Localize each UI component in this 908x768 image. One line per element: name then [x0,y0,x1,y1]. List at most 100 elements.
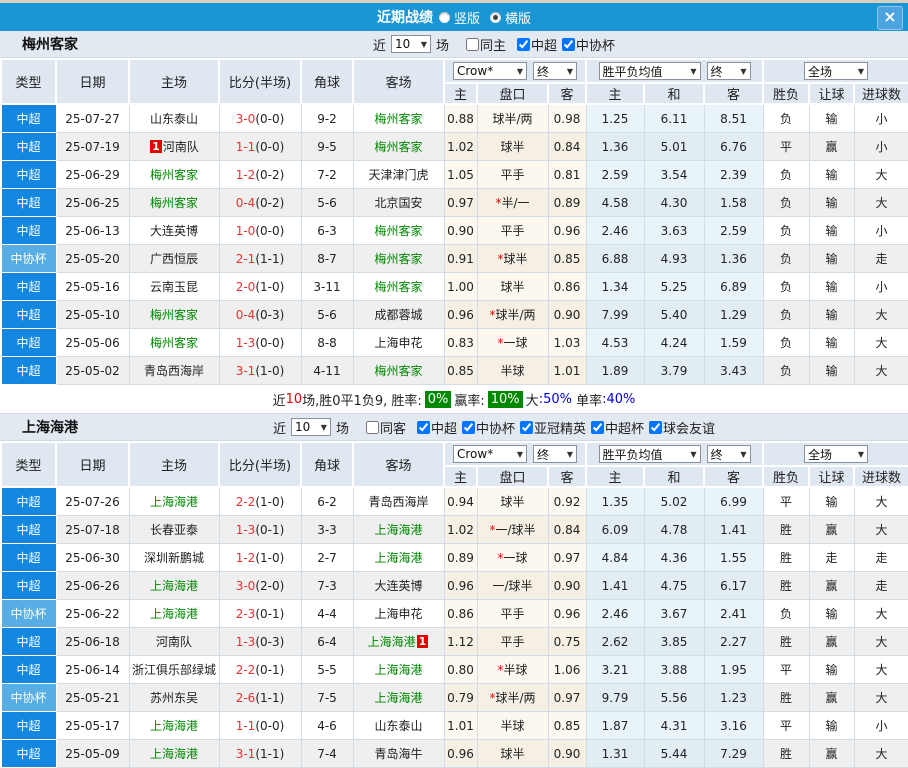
home-team-cell: 浙江俱乐部绿城 [128,655,220,684]
same-venue-filter-checkbox[interactable] [465,37,479,51]
same-venue-filter[interactable]: 同客 [364,418,406,437]
home-odds-cell: 0.96 [443,300,478,329]
away-team-cell: 上海海港 [352,683,445,712]
match-count-select[interactable]: 10 ▼ [390,35,431,53]
league-type-cell: 中协杯 [0,599,57,628]
goals-result-cell: 大 [853,328,908,357]
full-time-score: 2-0 [235,279,256,294]
home-odds-cell: 0.96 [443,571,478,600]
col-avg-lose: 客 [702,82,765,105]
match-count-select[interactable]: 10 ▼ [290,418,331,436]
handicap-text: 球半/两 [495,691,536,705]
avg-lose-cell: 2.59 [703,216,764,245]
col-goals: 进球数 [853,82,908,105]
score-cell: 2-6(1-1) [218,683,302,712]
score-cell: 1-3(0-1) [218,515,302,544]
radio-icon[interactable] [490,11,501,23]
col-corners: 角球 [300,441,354,488]
competition-filter-2[interactable]: 亚冠精英 [518,418,586,437]
competition-filter-1[interactable]: 中协杯 [560,35,615,54]
league-type-cell: 中超 [0,328,57,357]
half-time-score: (0-1) [255,662,285,677]
avg-win-cell: 2.59 [585,160,645,189]
handicap-cell: *半球 [476,655,549,684]
close-button[interactable]: × [877,6,903,30]
score-cell: 2-0(1-0) [218,272,302,301]
same-venue-filter-checkbox[interactable] [365,420,379,434]
home-team-cell: 上海海港 [128,739,220,768]
handicap-result-cell: 输 [808,103,855,133]
full-time-score: 1-3 [235,335,256,350]
league-type-cell: 中超 [0,655,57,684]
avg-draw-cell: 6.11 [643,103,705,133]
radio-icon[interactable] [438,11,450,23]
layout-option-1[interactable]: 横版 [490,8,531,27]
competition-filter-1[interactable]: 中协杯 [460,418,515,437]
away-odds-cell: 0.81 [547,160,587,189]
away-team-cell: 天津津门虎 [352,160,445,189]
same-venue-filter[interactable]: 同主 [464,35,506,54]
home-odds-cell: 0.94 [443,486,478,516]
avg-win-cell: 2.46 [585,216,645,245]
competition-filter-4[interactable]: 球会友谊 [647,418,715,437]
away-odds-cell: 0.84 [547,132,587,161]
avg-time-select[interactable]: 终 ▼ [706,62,751,80]
odds-provider-select[interactable]: Crow* ▼ [453,445,527,463]
competition-filter-4-checkbox[interactable] [649,420,663,434]
team-name: 上海海港 [149,747,198,761]
date-cell: 25-05-10 [55,300,130,329]
col-odds-away: 客 [547,465,587,488]
team1-filter-controls: 近 10 ▼ 场 同主 中超 中协杯 [78,35,908,54]
match-row: 中超 25-05-09 上海海港 3-1(1-1) 7-4 青岛海牛 0.96 球半 0.90 1… [0,739,908,768]
result-scope-select[interactable]: 全场 ▼ [804,62,869,80]
corners-cell: 5-6 [300,300,354,329]
handicap-cell: *球半/两 [476,300,549,329]
odds-time-select[interactable]: 终 ▼ [533,445,577,463]
layout-option-0[interactable]: 竖版 [438,8,480,27]
away-team-cell: 大连英博 [352,571,445,600]
handicap-result-cell: 走 [808,543,855,572]
team1-name: 梅州客家 [22,37,78,53]
home-team-cell: 深圳新鹏城 [128,543,220,572]
competition-filter-0-checkbox[interactable] [517,37,530,51]
goals-result-cell: 大 [853,486,908,516]
corners-cell: 3-11 [300,272,354,301]
home-team-cell: 梅州客家 [128,160,220,189]
avg-draw-cell: 5.01 [643,132,705,161]
odds-provider-select[interactable]: Crow* ▼ [453,62,527,80]
avg-odds-select[interactable]: 胜平负均值 ▼ [598,62,701,80]
team-name: 梅州客家 [374,224,423,238]
avg-lose-cell: 1.41 [703,515,764,544]
full-time-score: 1-2 [235,167,256,182]
unit-label: 场 [335,421,349,437]
full-time-score: 0-4 [235,307,256,322]
goals-result-cell: 大 [853,627,908,656]
match-row: 中协杯 25-06-22 上海海港 2-3(0-1) 4-4 上海申花 0.86 平手 0.96… [0,599,908,628]
avg-win-cell: 1.41 [585,571,645,600]
score-cell: 1-1(0-0) [218,711,302,740]
competition-filter-2-checkbox[interactable] [520,420,534,434]
away-odds-cell: 0.90 [547,571,587,600]
red-rank-badge: 1 [150,140,162,153]
handicap-cell: 球半 [476,132,549,161]
competition-filter-4-label: 球会友谊 [663,421,716,437]
date-cell: 25-07-18 [55,515,130,544]
competition-filter-3-checkbox[interactable] [591,420,605,434]
competition-filter-3[interactable]: 中超杯 [589,418,644,437]
away-odds-cell: 0.84 [547,515,587,544]
date-cell: 25-06-14 [55,655,130,684]
league-type-cell: 中超 [0,272,57,301]
avg-time-select[interactable]: 终 ▼ [706,445,751,463]
col-handicap: 盘口 [476,82,549,105]
competition-filter-1-checkbox[interactable] [562,37,576,51]
competition-filter-0[interactable]: 中超 [415,418,457,437]
odds-time-select[interactable]: 终 ▼ [533,62,577,80]
competition-filter-1-checkbox[interactable] [462,420,475,434]
avg-odds-select[interactable]: 胜平负均值 ▼ [598,445,701,463]
competition-filter-0[interactable]: 中超 [515,35,557,54]
unit-label: 场 [435,38,449,54]
result-scope-select[interactable]: 全场 ▼ [804,445,869,463]
col-avg-draw: 和 [643,82,705,105]
competition-filter-0-checkbox[interactable] [416,420,430,434]
match-row: 中协杯 25-05-21 苏州东吴 2-6(1-1) 7-5 上海海港 0.79 *球半/两 0… [0,683,908,712]
